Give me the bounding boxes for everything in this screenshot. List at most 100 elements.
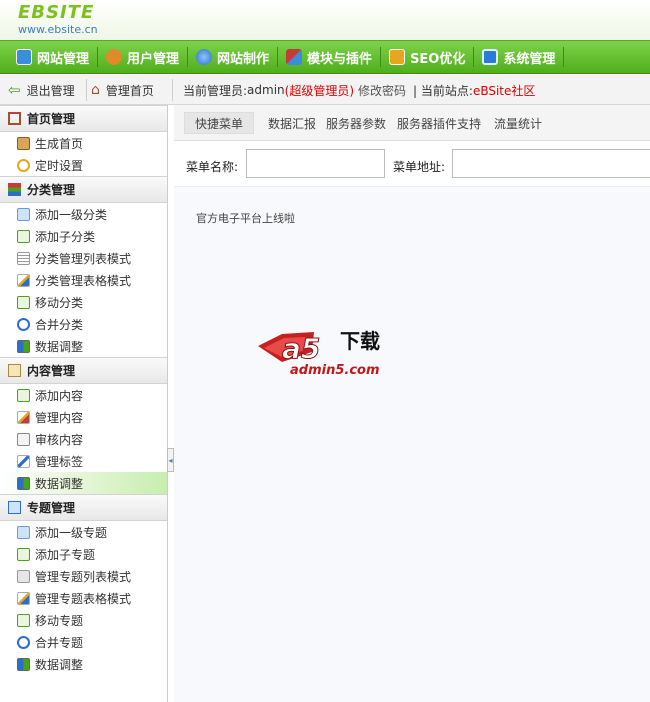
edit-icon bbox=[17, 410, 30, 424]
nav-label: 网站制作 bbox=[217, 51, 270, 67]
sidebar-item-merge-topic[interactable]: 合并专题 bbox=[0, 631, 167, 653]
sidebar-item-content-data-adjust[interactable]: 数据调整 bbox=[0, 472, 167, 494]
tab-quick-menu[interactable]: 快捷菜单 bbox=[184, 112, 255, 134]
add-icon bbox=[17, 207, 30, 221]
menu-url-input[interactable] bbox=[452, 149, 650, 178]
data-icon bbox=[17, 657, 30, 671]
sidebar-item-label: 生成首页 bbox=[35, 136, 84, 151]
nav-label: 模块与插件 bbox=[307, 51, 373, 67]
website-icon bbox=[16, 49, 32, 65]
sidebar-item-label: 移动专题 bbox=[35, 613, 84, 628]
house-icon: ⌂ bbox=[91, 82, 100, 98]
nav-user-management[interactable]: 用户管理 bbox=[98, 45, 187, 69]
move-icon bbox=[17, 613, 30, 627]
tab-server-plugins[interactable]: 服务器插件支持 bbox=[397, 112, 481, 134]
sidebar-item-category-table-mode[interactable]: 分类管理表格模式 bbox=[0, 269, 167, 291]
audit-icon bbox=[17, 432, 30, 446]
list-icon bbox=[17, 569, 30, 583]
content-icon bbox=[8, 364, 21, 377]
section-category-management[interactable]: 分类管理 bbox=[0, 176, 167, 203]
tab-data-report[interactable]: 数据汇报 bbox=[268, 112, 316, 134]
tab-server-params[interactable]: 服务器参数 bbox=[326, 112, 386, 134]
nav-website-management[interactable]: 网站管理 bbox=[8, 45, 97, 69]
sidebar-item-label: 数据调整 bbox=[35, 339, 84, 354]
sidebar-item-topic-table-mode[interactable]: 管理专题表格模式 bbox=[0, 587, 167, 609]
toolbar: ⇦ 退出管理 ⌂ 管理首页 当前管理员: admin (超级管理员) 修改密码 … bbox=[0, 75, 650, 105]
sidebar-item-label: 添加子专题 bbox=[35, 547, 96, 562]
nav-modules-plugins[interactable]: 模块与插件 bbox=[278, 45, 380, 69]
sidebar-item-category-list-mode[interactable]: 分类管理列表模式 bbox=[0, 247, 167, 269]
sidebar-item-label: 合并专题 bbox=[35, 635, 84, 650]
sidebar-item-audit-content[interactable]: 审核内容 bbox=[0, 428, 167, 450]
ad-banner[interactable]: a5 下载 admin5.com bbox=[254, 318, 394, 380]
change-password-link[interactable]: 修改密码 bbox=[358, 82, 406, 99]
edit-icon bbox=[17, 273, 30, 287]
sidebar-item-label: 移动分类 bbox=[35, 295, 84, 310]
add-sub-icon bbox=[17, 229, 30, 243]
menu-url-label: 菜单地址: bbox=[393, 160, 446, 174]
list-icon bbox=[17, 251, 30, 265]
logout-button[interactable]: ⇦ 退出管理 bbox=[8, 75, 75, 105]
ad-title: 下载 bbox=[340, 329, 380, 353]
sidebar-item-topic-data-adjust[interactable]: 数据调整 bbox=[0, 653, 167, 675]
ad-logo-text: a5 bbox=[282, 332, 320, 365]
toolbar-separator bbox=[172, 79, 173, 101]
sidebar-item-add-sub-topic[interactable]: 添加子专题 bbox=[0, 543, 167, 565]
nav-website-build[interactable]: 网站制作 bbox=[188, 45, 277, 69]
data-icon bbox=[17, 476, 30, 490]
clock-icon bbox=[17, 158, 30, 172]
sidebar-collapse-handle[interactable]: ◂ bbox=[167, 448, 174, 472]
sidebar-item-label: 审核内容 bbox=[35, 432, 84, 447]
sidebar-item-move-topic[interactable]: 移动专题 bbox=[0, 609, 167, 631]
module-icon bbox=[286, 49, 303, 65]
nav-system-management[interactable]: 系统管理 bbox=[474, 45, 563, 69]
admin-home-label: 管理首页 bbox=[105, 83, 154, 98]
admin-home-button[interactable]: ⌂ 管理首页 bbox=[91, 75, 154, 105]
sidebar-item-add-top-topic[interactable]: 添加一级专题 bbox=[0, 521, 167, 543]
topic-icon bbox=[8, 501, 21, 514]
sidebar-item-move-category[interactable]: 移动分类 bbox=[0, 291, 167, 313]
sidebar-item-manage-content[interactable]: 管理内容 bbox=[0, 406, 167, 428]
nav-label: SEO优化 bbox=[410, 51, 466, 67]
nav-separator bbox=[563, 47, 565, 67]
sidebar: 首页管理 生成首页 定时设置 分类管理 添加一级分类 添加子分类 分类管理列表模… bbox=[0, 105, 168, 702]
sidebar-item-manage-tags[interactable]: 管理标签 bbox=[0, 450, 167, 472]
site-name-link[interactable]: eBSite社区 bbox=[473, 82, 535, 99]
tab-traffic-stats[interactable]: 流量统计 bbox=[494, 112, 542, 134]
header: EBSITE www.ebsite.cn bbox=[0, 0, 650, 40]
admin-role: (超级管理员) bbox=[284, 83, 355, 98]
menu-name-label: 菜单名称: bbox=[186, 160, 239, 174]
menu-name-input[interactable] bbox=[246, 149, 385, 178]
sidebar-item-label: 合并分类 bbox=[35, 317, 84, 332]
sidebar-item-label: 管理专题列表模式 bbox=[35, 569, 132, 584]
logo[interactable]: EBSITE bbox=[18, 2, 94, 23]
nav-seo[interactable]: SEO优化 bbox=[381, 45, 473, 69]
sidebar-item-label: 定时设置 bbox=[35, 158, 84, 173]
sidebar-item-category-data-adjust[interactable]: 数据调整 bbox=[0, 335, 167, 357]
nav-label: 网站管理 bbox=[37, 51, 90, 67]
sidebar-item-label: 添加一级分类 bbox=[35, 207, 108, 222]
sidebar-item-add-top-category[interactable]: 添加一级分类 bbox=[0, 203, 167, 225]
sidebar-item-label: 管理专题表格模式 bbox=[35, 591, 132, 606]
logo-url: www.ebsite.cn bbox=[18, 23, 98, 36]
section-title: 首页管理 bbox=[27, 112, 76, 126]
sidebar-item-add-content[interactable]: 添加内容 bbox=[0, 384, 167, 406]
main-panel: 快捷菜单 数据汇报 服务器参数 服务器插件支持 流量统计 菜单名称: 菜单地址:… bbox=[174, 105, 650, 702]
merge-icon bbox=[17, 635, 30, 649]
notice-text[interactable]: 官方电子平台上线啦 bbox=[196, 210, 295, 226]
sidebar-item-label: 管理内容 bbox=[35, 410, 84, 425]
sidebar-item-schedule[interactable]: 定时设置 bbox=[0, 154, 167, 176]
nav-label: 系统管理 bbox=[503, 51, 556, 67]
sidebar-item-generate-home[interactable]: 生成首页 bbox=[0, 132, 167, 154]
admin-info: 当前管理员: admin (超级管理员) 修改密码 | 当前站点: eBSite… bbox=[183, 75, 535, 105]
sidebar-item-add-sub-category[interactable]: 添加子分类 bbox=[0, 225, 167, 247]
sidebar-item-label: 分类管理列表模式 bbox=[35, 251, 132, 266]
sidebar-item-merge-category[interactable]: 合并分类 bbox=[0, 313, 167, 335]
section-home-management[interactable]: 首页管理 bbox=[0, 105, 167, 132]
section-content-management[interactable]: 内容管理 bbox=[0, 357, 167, 384]
home-icon bbox=[8, 112, 21, 125]
user-icon bbox=[106, 49, 123, 65]
sidebar-item-topic-list-mode[interactable]: 管理专题列表模式 bbox=[0, 565, 167, 587]
section-topic-management[interactable]: 专题管理 bbox=[0, 494, 167, 521]
sidebar-item-label: 添加一级专题 bbox=[35, 525, 108, 540]
